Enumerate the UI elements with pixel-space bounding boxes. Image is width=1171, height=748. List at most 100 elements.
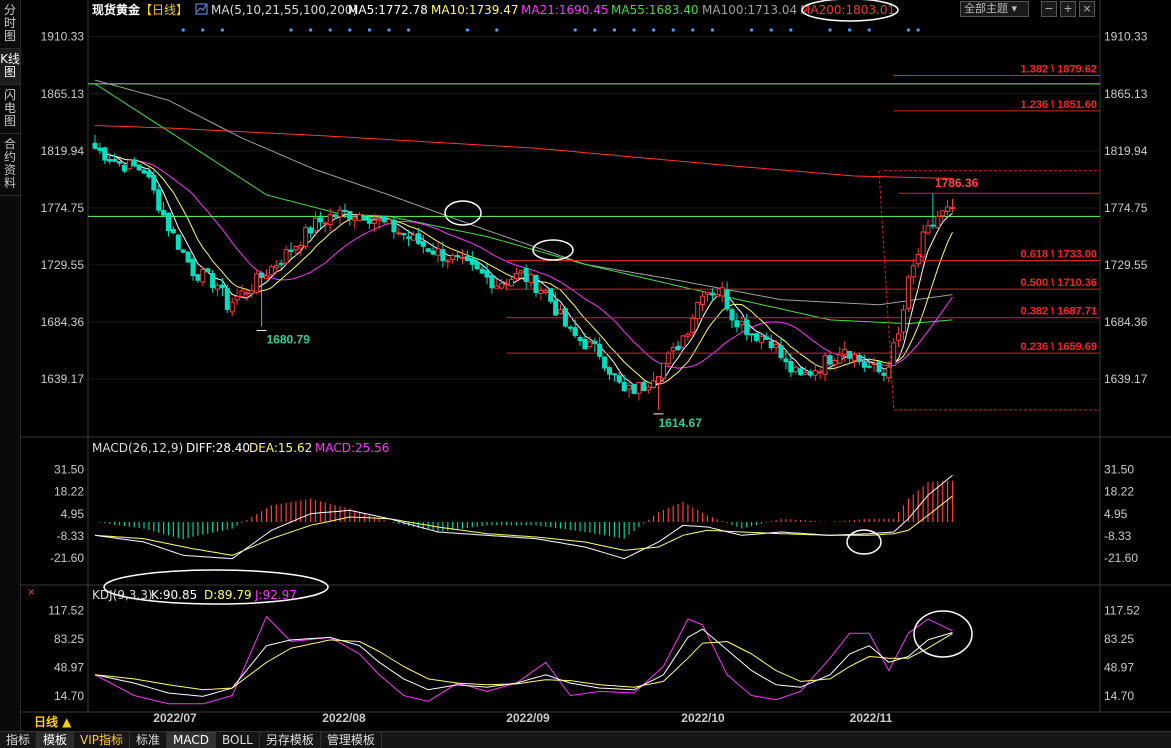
price-tick-right: 1774.75 <box>1104 201 1148 215</box>
candle-body <box>406 236 412 239</box>
tab-vip-indicator[interactable]: VIP指标 <box>74 732 131 748</box>
candle-body <box>293 245 299 251</box>
tab-manage-template[interactable]: 管理模板 <box>321 732 382 748</box>
candle-body <box>499 283 505 289</box>
candle-body <box>548 288 554 302</box>
axis-ticks-layer: 1910.33 1910.33 1865.13 1865.13 1819.94 1819.… <box>41 30 1148 725</box>
candle-body <box>146 171 152 178</box>
candle-body <box>92 142 98 149</box>
price-tick-right: 1639.17 <box>1104 372 1148 386</box>
candle-body <box>724 289 730 310</box>
macd-tick-right: -8.33 <box>1104 529 1132 543</box>
candle-body <box>695 301 701 319</box>
kdj-tick-right: 14.70 <box>1104 689 1134 703</box>
candle-body <box>871 363 877 366</box>
x-axis-date-tick: 2022/10 <box>681 711 725 725</box>
annotation-layer: 1680.79 1614.67 1786.36 <box>181 28 979 430</box>
candle-body <box>445 260 451 263</box>
close-icon[interactable]: × <box>1079 1 1095 17</box>
ma21-value: MA21:1690.45 <box>521 3 609 17</box>
signal-dot <box>750 28 754 32</box>
price-tick-left: 1639.17 <box>41 372 85 386</box>
signal-dot <box>612 28 617 32</box>
candle-body <box>210 273 216 289</box>
candle-body <box>469 258 475 265</box>
candle-body <box>342 209 348 213</box>
minus-icon[interactable]: − <box>1041 1 1057 17</box>
candle-body <box>288 249 294 252</box>
candle-body <box>357 214 363 221</box>
candle-body <box>920 231 926 258</box>
tab-boll[interactable]: BOLL <box>216 732 260 748</box>
candle-body <box>749 333 755 336</box>
theme-select[interactable]: 全部主题 ▾ <box>960 1 1029 17</box>
candle-body <box>675 345 681 351</box>
fib-level-label: 0.382 \ 1687.71 <box>1021 306 1097 318</box>
candle-body <box>783 358 789 363</box>
candle-body <box>180 249 186 253</box>
tab-standard[interactable]: 标准 <box>130 732 168 748</box>
candle-body <box>832 359 838 365</box>
signal-dot <box>867 28 871 32</box>
low-price-label: 1680.79 <box>267 332 311 346</box>
plus-icon[interactable]: + <box>1060 1 1076 17</box>
candle-body <box>136 164 142 171</box>
candle-body <box>543 290 549 293</box>
candle-body <box>317 217 323 223</box>
candle-body <box>381 216 387 223</box>
kdj-d-value: D:89.79 <box>204 588 252 602</box>
candle-body <box>464 256 470 262</box>
candle-body <box>901 309 906 333</box>
candle-body <box>327 214 333 226</box>
candle-body <box>577 336 583 342</box>
candle-body <box>513 272 519 279</box>
candle-body <box>504 283 510 286</box>
candle-body <box>244 292 250 295</box>
candle-body <box>166 212 171 231</box>
candle-body <box>347 210 353 220</box>
macd-tick-left: -21.60 <box>50 551 84 565</box>
candle-body <box>362 216 367 221</box>
tab-macd[interactable]: MACD <box>167 732 217 748</box>
signal-dot <box>652 28 656 32</box>
ma-params: MA(5,10,21,55,100,200) <box>211 3 357 17</box>
chart-settings-icon[interactable] <box>195 3 208 15</box>
tab-template[interactable]: 模板 <box>37 732 75 748</box>
macd-tick-left: 4.95 <box>61 507 85 521</box>
candle-body <box>597 343 603 357</box>
ma100-value: MA100:1713.04 <box>702 3 797 17</box>
candle-body <box>734 320 740 328</box>
price-tick-left: 1684.36 <box>41 315 85 329</box>
tab-save-template[interactable]: 另存模板 <box>260 732 321 748</box>
macd-tick-right: -21.60 <box>1104 551 1138 565</box>
ma55-value: MA55:1683.40 <box>611 3 699 17</box>
tab-indicator[interactable]: 指标 <box>0 732 38 748</box>
period-indicator[interactable]: 日线 ▲ <box>34 714 72 729</box>
candle-body <box>856 354 862 362</box>
kdj-tick-right: 117.52 <box>1104 603 1140 617</box>
signal-dot <box>848 28 852 32</box>
candle-body <box>509 279 514 287</box>
candle-body <box>705 291 710 295</box>
candle-body <box>126 159 132 170</box>
candle-body <box>450 255 456 261</box>
candle-body <box>567 326 573 329</box>
signal-dot <box>632 28 636 32</box>
moving-average-layer <box>94 79 953 390</box>
candle-body <box>852 353 857 361</box>
candle-body <box>352 217 358 221</box>
candle-body <box>700 295 706 305</box>
signal-dot <box>201 28 205 32</box>
price-tick-left: 1774.75 <box>41 201 85 215</box>
candle-body <box>807 371 813 376</box>
fib-level-label: 1.236 \ 1851.60 <box>1021 99 1097 111</box>
candle-body <box>793 366 799 373</box>
candle-body <box>587 341 593 348</box>
kdj-tick-right: 48.97 <box>1104 660 1134 674</box>
candle-body <box>415 233 421 244</box>
candle-body <box>479 268 485 274</box>
candle-body <box>283 249 289 264</box>
macd-diff-value: DIFF:28.40 <box>186 441 250 455</box>
kdj-close-icon[interactable]: × <box>27 587 35 598</box>
candle-body <box>553 300 559 316</box>
